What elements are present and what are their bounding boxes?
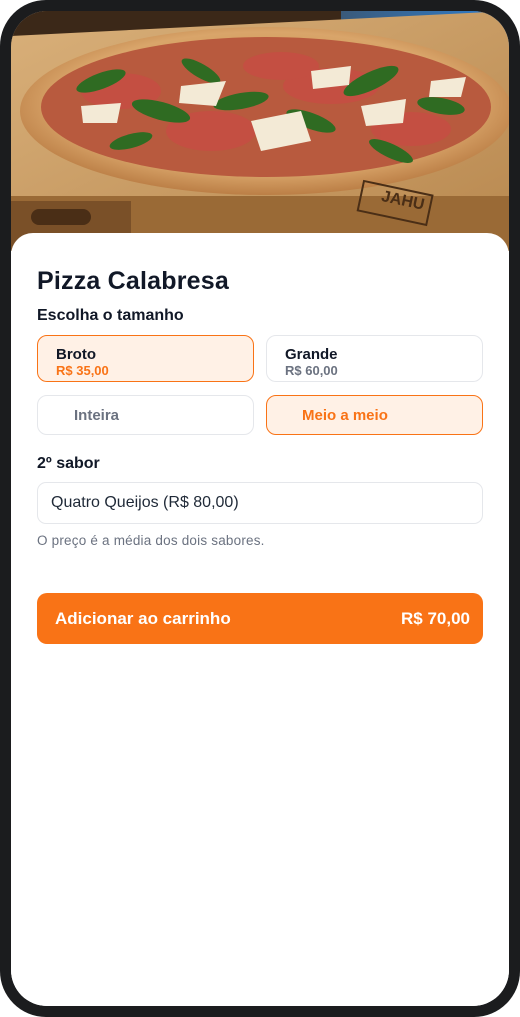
size-option-price: R$ 35,00	[56, 363, 109, 378]
second-flavor-value: Quatro Queijos (R$ 80,00)	[51, 494, 239, 511]
size-option-broto[interactable]: Broto R$ 35,00	[37, 335, 254, 382]
second-flavor-select[interactable]: Quatro Queijos (R$ 80,00)	[37, 482, 483, 524]
product-image: JAHU	[11, 11, 509, 251]
size-option-name: Broto	[56, 346, 96, 363]
size-option-price: R$ 60,00	[285, 363, 338, 378]
phone-frame: JAHU Pizza Calabresa Escolha o tamanho B…	[0, 0, 520, 1017]
cart-total: R$ 70,00	[401, 609, 470, 628]
add-to-cart-button[interactable]: Adicionar ao carrinho R$ 70,00	[37, 593, 483, 644]
mode-option-label: Meio a meio	[302, 406, 388, 424]
mode-option-label: Inteira	[74, 406, 120, 424]
mode-option-inteira[interactable]: Inteira	[37, 395, 254, 435]
add-to-cart-label: Adicionar ao carrinho	[55, 609, 231, 628]
second-flavor-label: 2º sabor	[37, 455, 100, 472]
product-title: Pizza Calabresa	[37, 267, 229, 295]
pizza-photo: JAHU	[11, 11, 509, 251]
price-hint: O preço é a média dos dois sabores.	[37, 533, 265, 548]
size-section-label: Escolha o tamanho	[37, 307, 184, 324]
product-sheet: Pizza Calabresa Escolha o tamanho Broto …	[11, 233, 509, 1006]
app-screen: JAHU Pizza Calabresa Escolha o tamanho B…	[11, 11, 509, 1006]
mode-option-meio-a-meio[interactable]: Meio a meio	[266, 395, 483, 435]
size-option-grande[interactable]: Grande R$ 60,00	[266, 335, 483, 382]
size-option-name: Grande	[285, 346, 338, 363]
